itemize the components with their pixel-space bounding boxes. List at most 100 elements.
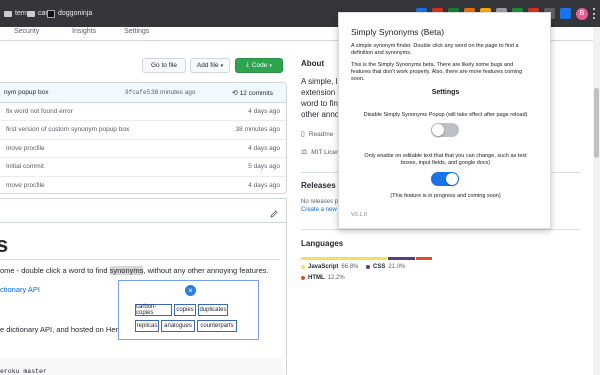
add-file-button[interactable]: Add file ▾ xyxy=(190,58,230,73)
browser-menu-icon[interactable] xyxy=(593,8,596,19)
about-line: A simple, li xyxy=(301,77,340,86)
releases-text: No releases pu xyxy=(301,199,342,205)
row-age: 38 minutes ago xyxy=(235,126,280,134)
tab-insights[interactable]: Insights xyxy=(72,28,96,35)
readme-label: Readme xyxy=(308,130,334,138)
extension-popup: Simply Synonyms (Beta) A simple synonym … xyxy=(338,12,551,229)
code-label: Code xyxy=(251,62,268,69)
black-square-icon xyxy=(47,9,55,18)
table-row[interactable]: move procfile 4 days ago xyxy=(0,177,286,193)
page-scrollbar[interactable] xyxy=(593,27,600,375)
synonym-popup: × carbon-copies copies duplicates replic… xyxy=(118,280,259,340)
popup-text-line: This is the Simply Synonyms beta. There … xyxy=(351,62,514,68)
language-name: CSS xyxy=(373,264,386,270)
readme-paragraph: ome - double click a word to find synony… xyxy=(0,266,269,275)
language-html[interactable]: HTML 12.2% xyxy=(301,275,345,281)
table-row[interactable]: fix word not found error 4 days ago xyxy=(0,103,286,122)
popup-text-line: definition and synonyms. xyxy=(351,50,412,56)
language-bar-segment xyxy=(388,257,416,260)
go-to-file-button[interactable]: Go to file xyxy=(142,58,186,73)
bookmark-car[interactable]: car xyxy=(27,7,48,20)
language-bar xyxy=(301,257,432,260)
license-label: MIT Licen xyxy=(311,148,340,156)
row-commit-message[interactable]: Initial commit xyxy=(6,163,44,170)
commit-count: 12 commits xyxy=(239,90,273,97)
add-file-label: Add file xyxy=(196,62,219,69)
table-row[interactable]: move procfile 4 days ago xyxy=(0,140,286,159)
commit-count-link[interactable]: ⟲ 12 commits xyxy=(232,89,273,97)
pencil-icon[interactable] xyxy=(270,210,278,218)
extension-icon[interactable] xyxy=(560,8,571,19)
about-title: About xyxy=(301,59,325,68)
row-age: 4 days ago xyxy=(248,181,280,189)
bookmark-doggoninja[interactable]: doggoninja xyxy=(47,7,92,20)
table-row[interactable]: first version of custom synonym popup bo… xyxy=(0,121,286,140)
dictionary-api-link[interactable]: ctionary API xyxy=(0,285,40,294)
tab-settings[interactable]: Settings xyxy=(124,28,149,35)
row-commit-message[interactable]: move procfile xyxy=(6,145,45,152)
commit-time: 38 minutes ago xyxy=(151,89,196,96)
settings-title: Settings xyxy=(431,89,460,96)
language-dot xyxy=(366,265,370,269)
row-commit-message[interactable]: move procfile xyxy=(6,182,45,189)
chevron-down-icon: ▾ xyxy=(220,62,224,69)
chevron-down-icon: ▾ xyxy=(269,62,272,69)
section-divider xyxy=(301,229,581,230)
synonym-chip[interactable]: counterparts xyxy=(197,320,237,332)
readme-link[interactable]: ▯ Readme xyxy=(301,130,334,139)
file-table: nym popup box 9fcafe5 38 minutes ago ⟲ 1… xyxy=(0,82,287,194)
language-percent: 66.8% xyxy=(341,264,359,270)
para-text: , without any other annoying features. xyxy=(143,266,269,275)
folder-icon xyxy=(27,10,35,17)
language-dot xyxy=(301,265,305,269)
commit-message[interactable]: nym popup box xyxy=(4,89,48,96)
close-icon[interactable]: × xyxy=(185,285,196,296)
row-age: 4 days ago xyxy=(248,144,280,152)
row-commit-message[interactable]: first version of custom synonym popup bo… xyxy=(6,126,129,133)
toggle-knob xyxy=(446,173,458,185)
code-button[interactable]: ⤓ Code ▾ xyxy=(235,58,283,73)
license-link[interactable]: ⚖ MIT Licen xyxy=(301,148,340,157)
highlighted-word[interactable]: synonyms xyxy=(109,266,144,275)
popup-text-line: features that don't work properly. Also,… xyxy=(351,69,523,75)
profile-avatar[interactable]: B xyxy=(576,7,588,20)
language-name: HTML xyxy=(308,275,325,281)
heading-underline xyxy=(0,259,280,260)
language-javascript[interactable]: JavaScript 66.8% xyxy=(301,264,358,270)
language-percent: 12.2% xyxy=(327,275,345,281)
scrollbar-thumb[interactable] xyxy=(594,88,599,158)
editable-only-label: Only enable on editable text that that y… xyxy=(339,153,552,167)
popup-title: Simply Synonyms (Beta) xyxy=(351,27,445,37)
popup-beta-note: This is the Simply Synonyms beta. There … xyxy=(351,62,522,83)
about-line: extension f xyxy=(301,88,340,97)
language-bar-segment xyxy=(416,257,432,260)
language-css[interactable]: CSS 21.0% xyxy=(366,264,405,270)
popup-text-line: A simple synonym finder. Double click an… xyxy=(351,43,519,49)
synonym-chip[interactable]: duplicates xyxy=(198,304,228,316)
disable-popup-toggle[interactable] xyxy=(431,123,459,137)
readme-divider xyxy=(0,222,287,223)
table-row[interactable]: Initial commit 5 days ago xyxy=(0,158,286,177)
synonym-chip[interactable]: replicas xyxy=(135,320,159,332)
code-text: eroku master xyxy=(0,368,47,375)
latest-commit-bar: nym popup box 9fcafe5 38 minutes ago ⟲ 1… xyxy=(0,83,286,103)
language-name: JavaScript xyxy=(308,264,339,270)
synonym-chip[interactable]: carbon-copies xyxy=(135,304,172,316)
editable-only-toggle[interactable] xyxy=(431,172,459,186)
synonym-chip[interactable]: analogues xyxy=(161,320,195,332)
disable-popup-label: Disable Simply Synonyms Popup (will take… xyxy=(363,112,528,118)
language-dot xyxy=(301,276,305,280)
row-commit-message[interactable]: fix word not found error xyxy=(6,108,73,115)
book-icon: ▯ xyxy=(301,131,305,138)
readme-heading: s xyxy=(0,232,9,257)
language-bar-segment xyxy=(301,257,388,260)
commit-hash[interactable]: 9fcafe5 xyxy=(125,89,150,96)
para-text: ome - double click a word to find xyxy=(0,266,110,275)
row-age: 5 days ago xyxy=(248,163,280,171)
readme-paragraph: e dictionary API, and hosted on Her xyxy=(0,325,118,334)
popup-text-line: Only enable on editable text that that y… xyxy=(364,153,527,159)
synonym-chip[interactable]: copies xyxy=(174,304,196,316)
history-icon: ⟲ xyxy=(232,90,238,97)
tab-security[interactable]: Security xyxy=(14,28,39,35)
download-icon: ⤓ xyxy=(246,62,249,68)
